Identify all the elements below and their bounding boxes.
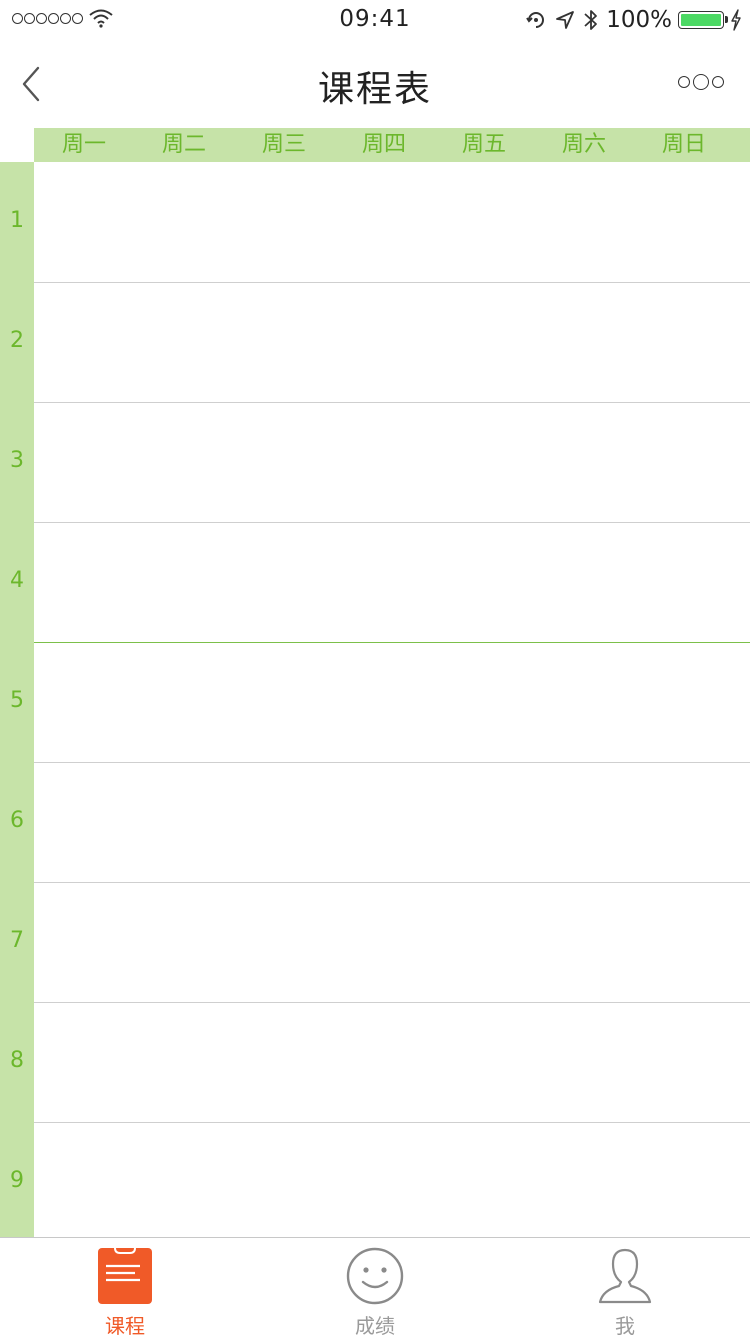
tab-me[interactable]: 我 (500, 1238, 750, 1338)
rotation-lock-icon (526, 12, 545, 28)
battery-icon (678, 11, 728, 29)
tab-courses-label: 课程 (105, 1314, 145, 1338)
bluetooth-icon (584, 10, 598, 30)
period-number: 7 (10, 928, 24, 953)
period-number: 1 (10, 208, 24, 233)
page-title: 课程表 (317, 69, 432, 110)
status-bar: 09:41 100% (0, 0, 750, 40)
weekday-thu: 周四 (361, 132, 406, 157)
tab-grades[interactable]: 成绩 (250, 1238, 500, 1338)
grid-row-divider (34, 1122, 750, 1123)
more-options-icon[interactable] (678, 74, 724, 90)
grid-row-divider (34, 282, 750, 283)
period-number: 6 (10, 808, 24, 833)
schedule-grid[interactable] (34, 162, 750, 1237)
smiley-icon (346, 1247, 404, 1305)
grid-row-divider (34, 1002, 750, 1003)
weekday-tue: 周二 (161, 132, 206, 157)
noon-divider (34, 642, 750, 643)
location-icon (556, 11, 575, 29)
tab-grades-label: 成绩 (355, 1314, 395, 1338)
battery-percent: 100% (606, 7, 672, 33)
period-number: 5 (10, 688, 24, 713)
weekday-mon: 周一 (61, 132, 106, 157)
weekday-wed: 周三 (261, 132, 306, 157)
period-number: 4 (10, 568, 24, 593)
period-number: 2 (10, 328, 24, 353)
navigation-bar: 课程表 (0, 40, 750, 128)
weekday-fri: 周五 (461, 132, 506, 157)
period-number: 9 (10, 1168, 24, 1193)
period-number: 3 (10, 448, 24, 473)
weekday-sun: 周日 (661, 132, 706, 157)
grid-row-divider (34, 882, 750, 883)
tab-courses[interactable]: 课程 (0, 1238, 250, 1338)
weekday-sat: 周六 (561, 132, 606, 157)
charging-icon (731, 9, 741, 31)
person-icon (598, 1248, 652, 1304)
period-number: 8 (10, 1048, 24, 1073)
clipboard-icon (98, 1247, 152, 1304)
weekday-header: 周一 周二 周三 周四 周五 周六 周日 (34, 128, 750, 162)
tab-me-label: 我 (615, 1314, 635, 1338)
tab-bar: 课程 成绩 我 (0, 1237, 750, 1338)
grid-row-divider (34, 522, 750, 523)
grid-row-divider (34, 402, 750, 403)
period-column: 1 2 3 4 5 6 7 8 9 (0, 162, 34, 1237)
grid-row-divider (34, 762, 750, 763)
